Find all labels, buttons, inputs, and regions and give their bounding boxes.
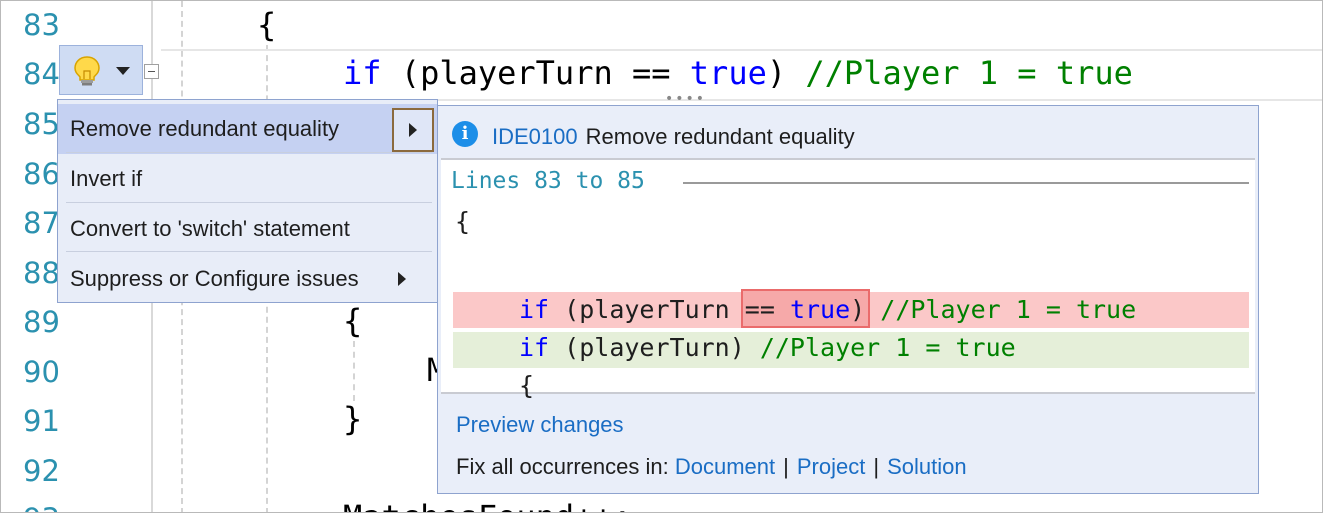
line-number: 93 <box>23 504 73 512</box>
line-number: 91 <box>23 404 60 438</box>
code-line-89[interactable]: { <box>343 303 362 339</box>
header-rule <box>683 182 1249 184</box>
code-line-83[interactable]: { <box>257 7 276 43</box>
code-text: (playerTurn) <box>549 333 760 362</box>
code-keyword: if <box>343 54 382 92</box>
quick-actions-menu: Remove redundant equality Invert if Conv… <box>57 99 438 303</box>
menu-item-label: Remove redundant equality <box>70 116 340 141</box>
line-number: 92 <box>23 454 60 488</box>
menu-item-suppress-configure[interactable]: Suppress or Configure issues <box>58 254 437 304</box>
line-number: 89 <box>23 305 60 339</box>
code-text: ) <box>766 54 806 92</box>
separator: | <box>783 454 789 479</box>
code-comment: //Player 1 = true <box>805 54 1133 92</box>
menu-divider <box>66 152 432 153</box>
code-line-84[interactable]: if (playerTurn == true) //Player 1 = tru… <box>343 55 1133 91</box>
preview-changes-link[interactable]: Preview changes <box>456 412 624 438</box>
menu-item-label: Convert to 'switch' statement <box>70 216 350 241</box>
menu-item-invert-if[interactable]: Invert if <box>58 154 437 204</box>
fix-preview-pane: i IDE0100 Remove redundant equality Lines… <box>437 105 1259 494</box>
indent-guide <box>353 341 355 401</box>
chevron-down-icon <box>116 67 130 75</box>
code-text: (playerTurn == <box>381 54 690 92</box>
menu-item-remove-redundant-equality[interactable]: Remove redundant equality <box>58 104 437 154</box>
quick-actions-button[interactable] <box>59 45 143 95</box>
menu-item-label: Suppress or Configure issues <box>70 266 359 291</box>
diff-context-line: { <box>519 371 535 400</box>
separator: | <box>873 454 880 479</box>
code-text: == <box>729 295 790 324</box>
menu-item-label: Invert if <box>70 166 143 191</box>
chevron-right-icon <box>409 123 417 137</box>
code-keyword: if <box>519 333 550 362</box>
code-comment: //Player 1 = true <box>759 333 1016 362</box>
preview-changes-label: Preview changes <box>456 412 624 437</box>
diff-added-line: if (playerTurn) //Player 1 = true <box>519 332 1016 364</box>
code-comment: //Player 1 = true <box>880 295 1137 324</box>
diff-preview: Lines 83 to 85 { if (playerTurn == true)… <box>441 158 1255 400</box>
code-text: ) <box>850 295 881 324</box>
code-keyword: true <box>789 295 851 324</box>
fix-all-document-link[interactable]: Document <box>675 454 775 479</box>
diagnostic-id-link[interactable]: IDE0100 <box>492 124 578 149</box>
line-number: 90 <box>23 355 60 389</box>
code-line-91[interactable]: } <box>343 401 362 437</box>
diff-context-line: { <box>455 207 471 236</box>
line-number: 83 <box>23 8 60 42</box>
outline-collapse-toggle[interactable] <box>144 64 159 79</box>
code-keyword: if <box>519 295 550 324</box>
lightbulb-icon <box>74 56 100 86</box>
diagnostic-title: IDE0100 Remove redundant equality <box>466 124 855 150</box>
code-editor: 83 84 85 86 87 88 89 90 91 92 93 { if (p… <box>0 0 1323 513</box>
code-text: (playerTurn <box>549 295 730 324</box>
code-line-93[interactable]: MatchesFound++; <box>343 499 632 512</box>
submenu-expander[interactable] <box>392 108 434 152</box>
diff-removed-line: if (playerTurn == true) //Player 1 = tru… <box>519 294 1136 326</box>
lines-range-header: Lines 83 to 85 <box>451 168 645 194</box>
menu-item-convert-to-switch[interactable]: Convert to 'switch' statement <box>58 204 437 254</box>
fix-all-project-link[interactable]: Project <box>797 454 865 479</box>
code-keyword: true <box>689 54 767 92</box>
menu-divider <box>66 202 432 203</box>
chevron-right-icon <box>398 272 406 286</box>
fix-all-label: Fix all occurrences in: <box>456 454 669 479</box>
menu-divider <box>66 251 432 252</box>
fix-all-occurrences: Fix all occurrences in: Document | Project… <box>456 454 967 480</box>
fix-all-solution-link[interactable]: Solution <box>887 454 967 479</box>
diagnostic-message: Remove redundant equality <box>585 124 855 149</box>
